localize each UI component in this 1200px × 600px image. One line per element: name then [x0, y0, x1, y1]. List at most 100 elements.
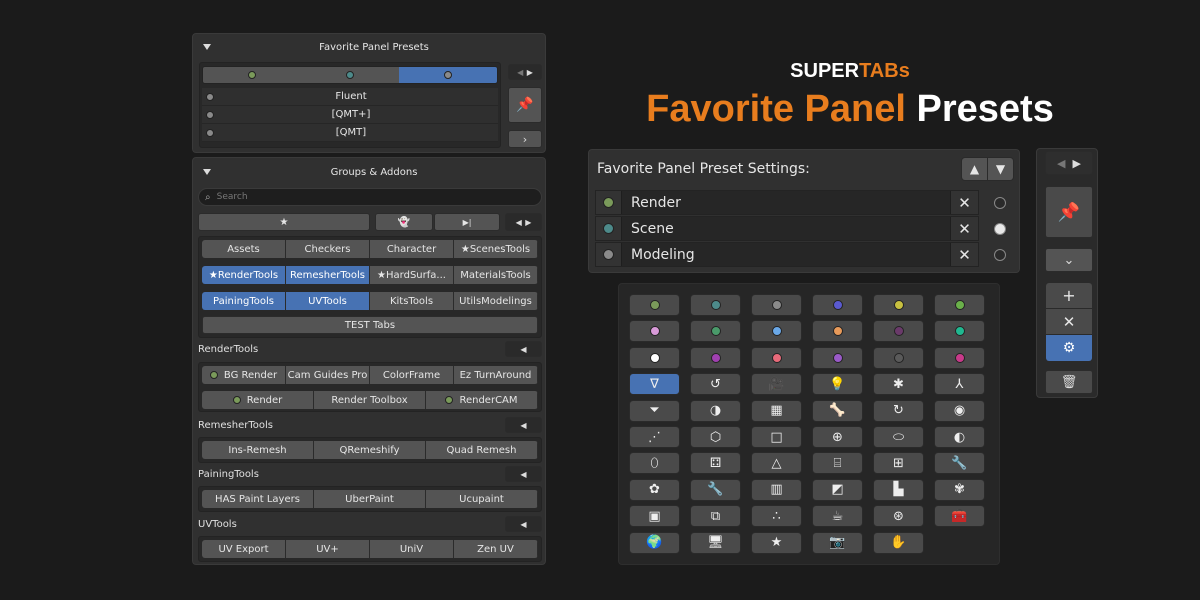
icon-preset-cell[interactable]: ⅄ [934, 373, 985, 396]
icon-preset-cell[interactable]: 🔧 [690, 478, 741, 501]
icon-preset-cell[interactable]: ⧉ [690, 505, 741, 528]
icon-preset-cell[interactable]: ⬯ [629, 452, 680, 475]
prev-next-arrows[interactable]: ◀ ▶ [505, 213, 542, 231]
icon-preset-cell[interactable]: ◩ [812, 478, 863, 501]
icon-preset-cell[interactable]: ⏷ [629, 399, 680, 422]
icon-preset-cell[interactable]: ⋰ [629, 426, 680, 448]
icon-preset-cell[interactable]: ✋ [873, 531, 924, 554]
color-preset-cell[interactable] [812, 294, 863, 316]
icon-preset-cell[interactable]: ▥ [751, 478, 802, 501]
delete-button[interactable]: 🗑 [1045, 370, 1093, 394]
icon-preset-cell[interactable]: ⊛ [873, 505, 924, 528]
icon-preset-cell[interactable]: ◉ [934, 399, 985, 422]
icon-preset-cell[interactable]: △ [751, 452, 802, 475]
color-preset-cell[interactable] [873, 346, 924, 369]
addon-button-insremesh[interactable]: Ins-Remesh [202, 441, 314, 459]
color-preset-cell[interactable] [812, 346, 863, 369]
color-preset-cell[interactable] [934, 294, 985, 316]
icon-preset-cell[interactable]: 🧰 [934, 505, 985, 528]
color-preset-cell[interactable] [690, 346, 741, 369]
groups-header[interactable]: Groups & Addons [203, 165, 537, 179]
preset-item[interactable]: [QMT+] [202, 106, 498, 124]
move-up-button[interactable]: ▲ [962, 158, 988, 180]
group-tab-remeshertools[interactable]: RemesherTools [286, 266, 370, 284]
color-preset-cell[interactable] [629, 294, 680, 316]
active-radio[interactable] [994, 249, 1006, 261]
group-tab-uvtools[interactable]: UVTools [286, 292, 370, 310]
group-tab-hardsurfa[interactable]: ★ HardSurfa... [370, 266, 454, 284]
ghost-filter-button[interactable]: 👻 [375, 213, 433, 231]
addon-button-qremeshify[interactable]: QRemeshify [314, 441, 426, 459]
icon-preset-cell[interactable]: ⬡ [690, 426, 741, 448]
color-preset-cell[interactable] [934, 320, 985, 343]
skip-button[interactable]: ▶| [434, 213, 500, 231]
addon-button-colorframe[interactable]: ColorFrame [370, 366, 454, 384]
icon-preset-cell[interactable]: 🦴 [812, 399, 863, 422]
expand-button[interactable]: › [508, 130, 542, 148]
icon-preset-cell[interactable]: ↺ [690, 373, 741, 396]
settings-button[interactable]: ⚙ [1046, 335, 1092, 361]
color-preset-cell[interactable] [690, 294, 741, 316]
addon-button-uberpaint[interactable]: UberPaint [314, 490, 426, 508]
addon-button-quadremesh[interactable]: Quad Remesh [426, 441, 538, 459]
settings-item-row[interactable]: Modeling ✕ [595, 242, 979, 267]
addon-button-bgrender[interactable]: BG Render [202, 366, 286, 384]
section-arrow[interactable]: ◀ [505, 466, 542, 482]
section-arrow[interactable]: ◀ [505, 516, 542, 532]
prev-icon[interactable]: ◀ [517, 68, 523, 77]
icon-preset-cell[interactable]: 🖥 [690, 531, 741, 554]
icon-preset-cell[interactable]: ✱ [873, 373, 924, 396]
icon-preset-cell[interactable]: ◐ [934, 426, 985, 448]
addon-button-univ[interactable]: UniV [370, 540, 454, 558]
color-preset-cell[interactable] [934, 346, 985, 369]
settings-item-row[interactable]: Render ✕ [595, 190, 979, 215]
test-tabs-button[interactable]: TEST Tabs [202, 316, 538, 334]
group-tab-assets[interactable]: Assets [202, 240, 286, 258]
icon-preset-cell[interactable]: ↻ [873, 399, 924, 422]
settings-item-row[interactable]: Scene ✕ [595, 216, 979, 241]
icon-preset-cell[interactable]: ▦ [751, 399, 802, 422]
addon-button-uvexport[interactable]: UV Export [202, 540, 286, 558]
section-arrow[interactable]: ◀ [505, 341, 542, 357]
icon-preset-cell[interactable]: ◑ [690, 399, 741, 422]
icon-preset-cell[interactable]: ∇ [629, 373, 680, 396]
color-swatch-cell[interactable] [596, 217, 622, 240]
icon-preset-cell[interactable]: ✿ [629, 478, 680, 501]
color-preset-cell[interactable] [812, 320, 863, 343]
icon-preset-cell[interactable]: ⊕ [812, 426, 863, 448]
addon-button-ezturnaround[interactable]: Ez TurnAround [454, 366, 538, 384]
color-swatch-cell[interactable] [596, 243, 622, 266]
group-tab-materialstools[interactable]: MaterialsTools [454, 266, 538, 284]
remove-button[interactable]: ✕ [1046, 309, 1092, 335]
color-preset-cell[interactable] [690, 320, 741, 343]
prev-icon[interactable]: ◀ [1057, 157, 1065, 170]
next-icon[interactable]: ▶ [1073, 157, 1081, 170]
addon-button-haspaintlayers[interactable]: HAS Paint Layers [202, 490, 314, 508]
color-preset-cell[interactable] [629, 346, 680, 369]
addon-button-ucupaint[interactable]: Ucupaint [426, 490, 538, 508]
dropdown-button[interactable]: ⌄ [1045, 248, 1093, 272]
icon-preset-cell[interactable]: 🎥 [751, 373, 802, 396]
favorites-filter-button[interactable]: ★ [198, 213, 370, 231]
preset-tab-2[interactable] [301, 67, 399, 83]
active-radio[interactable] [994, 197, 1006, 209]
icon-preset-cell[interactable]: ▙ [873, 478, 924, 501]
remove-item-button[interactable]: ✕ [950, 243, 978, 266]
preset-name-field[interactable]: Render [622, 191, 950, 214]
next-icon[interactable]: ▶ [527, 68, 533, 77]
preset-tab-3[interactable] [399, 67, 497, 83]
icon-preset-cell[interactable]: ⬭ [873, 426, 924, 448]
icon-preset-cell[interactable]: ⚃ [690, 452, 741, 475]
pin-button[interactable]: 📌 [1045, 186, 1093, 238]
group-tab-rendertools[interactable]: ★ RenderTools [202, 266, 286, 284]
color-swatch-cell[interactable] [596, 191, 622, 214]
color-preset-cell[interactable] [873, 294, 924, 316]
preset-item[interactable]: Fluent [202, 88, 498, 106]
remove-item-button[interactable]: ✕ [950, 191, 978, 214]
addon-button-rendertoolbox[interactable]: Render Toolbox [314, 391, 426, 409]
icon-preset-cell[interactable]: ⌸ [812, 452, 863, 475]
addon-button-zenuv[interactable]: Zen UV [454, 540, 538, 558]
icon-preset-cell[interactable]: 🌍 [629, 531, 680, 554]
addon-button-camguidespro[interactable]: Cam Guides Pro [286, 366, 370, 384]
group-tab-utilsmodelings[interactable]: UtilsModelings [454, 292, 538, 310]
